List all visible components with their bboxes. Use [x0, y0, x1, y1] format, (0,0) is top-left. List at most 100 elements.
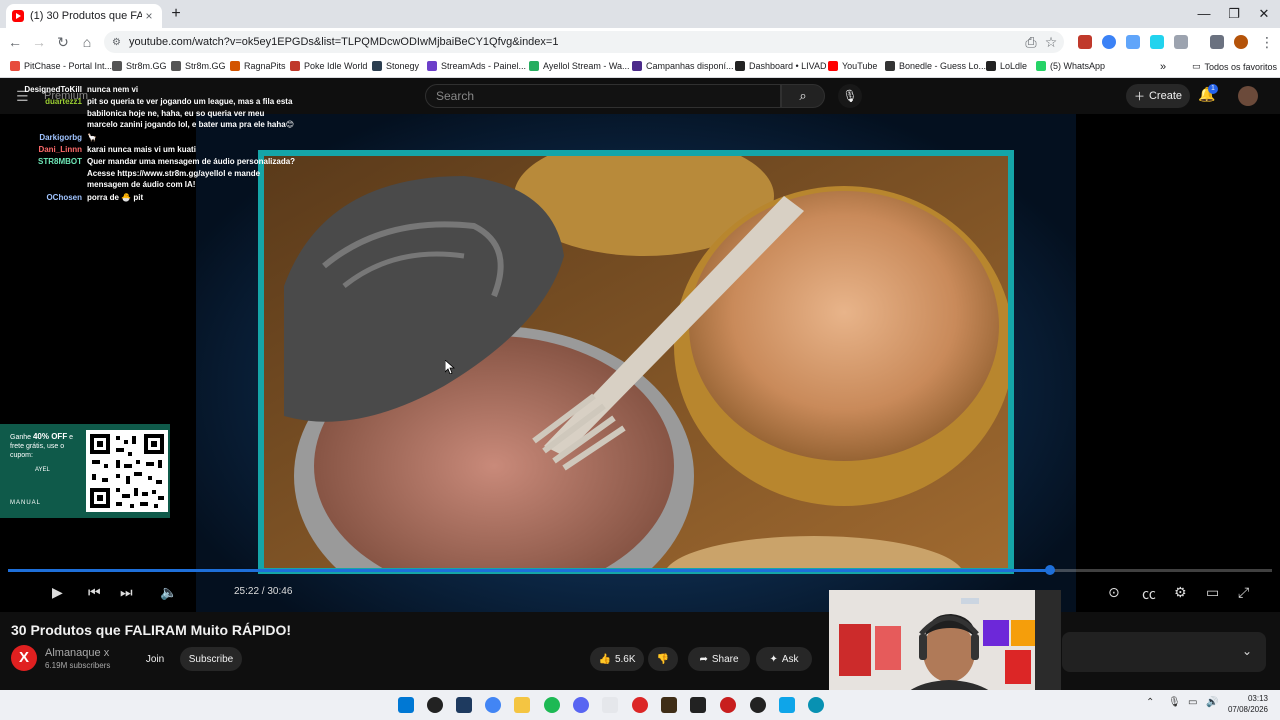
install-icon[interactable]: ⎙ [1022, 33, 1040, 51]
chrome-icon[interactable] [485, 697, 501, 713]
bookmark-favicon-icon [290, 61, 300, 71]
spotify-icon[interactable] [544, 697, 560, 713]
taskbar-app-icon[interactable] [750, 697, 766, 713]
bookmark-item[interactable]: Str8m.GG [171, 61, 226, 71]
channel-avatar[interactable]: X [11, 645, 37, 671]
back-icon[interactable]: ← [6, 33, 24, 51]
next-icon[interactable]: ⏭ [120, 584, 133, 601]
like-button[interactable]: 👍 5.6K [590, 647, 644, 671]
clock-date: 07/08/2026 [1227, 705, 1268, 714]
bookmark-item[interactable]: LoLdle [986, 61, 1027, 71]
browser-tab[interactable]: (1) 30 Produtos que FALIRAM M × [6, 4, 162, 28]
progress-bar[interactable] [8, 565, 1272, 575]
search-input[interactable]: Search [425, 84, 781, 108]
reading-list-icon[interactable] [1210, 35, 1224, 49]
site-info-icon[interactable]: ⚙ [112, 37, 121, 48]
maximize-button[interactable]: ❐ [1224, 6, 1244, 22]
bookmark-item[interactable]: Str8m.GG [112, 61, 167, 71]
extension-icon[interactable] [1078, 35, 1092, 49]
chat-text: karai nunca mais vi um kuati [87, 145, 196, 154]
address-bar[interactable]: ⚙ youtube.com/watch?v=ok5ey1EPGDs&list=T… [104, 31, 1064, 53]
windows-start-icon[interactable] [398, 697, 414, 713]
chat-text: porra de 🐣 pit [87, 193, 144, 202]
taskbar-app-icon[interactable] [427, 697, 443, 713]
taskbar-app-icon[interactable] [720, 697, 736, 713]
subscribe-button[interactable]: Subscribe [180, 647, 242, 671]
play-icon[interactable]: ▶ [52, 584, 63, 601]
tray-volume-icon[interactable]: 🔊 [1206, 697, 1218, 708]
account-avatar[interactable] [1238, 86, 1258, 106]
search-button[interactable]: ⌕ [781, 84, 825, 108]
clock-time: 03:13 [1247, 694, 1268, 703]
taskbar-app-icon[interactable] [661, 697, 677, 713]
bookmark-favicon-icon [372, 61, 382, 71]
bookmarks-bar: PitChase - Portal Int... Str8m.GG Str8m.… [0, 56, 1280, 78]
join-button[interactable]: Join [136, 647, 174, 671]
dislike-button[interactable]: 👎 [648, 647, 678, 671]
tab-close-button[interactable]: × [142, 9, 156, 23]
channel-name[interactable]: Almanaque x [45, 647, 109, 659]
autoplay-toggle[interactable]: ⊙ [1108, 584, 1120, 601]
mouse-cursor-icon [445, 360, 455, 374]
bookmark-star-icon[interactable]: ☆ [1042, 33, 1060, 51]
tray-microphone-icon[interactable]: 🎙 [1168, 697, 1181, 708]
chevron-down-icon[interactable]: ⌄ [1242, 644, 1252, 658]
bookmark-favicon-icon [986, 61, 996, 71]
create-button[interactable]: ＋ Create [1126, 84, 1190, 108]
edge-icon[interactable] [808, 697, 824, 713]
reload-icon[interactable]: ↻ [54, 33, 72, 51]
share-button[interactable]: ➦ Share [688, 647, 750, 671]
video-title: 30 Produtos que FALIRAM Muito RÁPIDO! [11, 622, 291, 638]
bookmark-item[interactable]: Bonedle - Guess Lo... [885, 61, 986, 71]
all-bookmarks-folder[interactable]: ▭ Todos os favoritos [1192, 61, 1277, 72]
menu-dots-icon[interactable]: ⋮ [1258, 33, 1276, 51]
tray-chevron-icon[interactable]: ⌃ [1146, 697, 1154, 708]
playlist-panel[interactable]: ⌄ [1062, 632, 1266, 672]
thumbs-up-icon: 👍 [598, 653, 611, 665]
profile-avatar[interactable] [1234, 35, 1248, 49]
extensions-puzzle-icon[interactable] [1174, 35, 1188, 49]
bookmark-item[interactable]: (5) WhatsApp [1036, 61, 1105, 71]
extension-icon[interactable] [1126, 35, 1140, 49]
bookmarks-more-button[interactable]: » [1160, 61, 1166, 73]
discord-icon[interactable] [573, 697, 589, 713]
file-explorer-icon[interactable] [514, 697, 530, 713]
new-tab-button[interactable]: + [166, 5, 186, 23]
sparkle-icon: ✦ [769, 653, 778, 665]
bookmark-item[interactable]: StreamAds - Painel... [427, 61, 526, 71]
bookmark-item[interactable]: YouTube [828, 61, 877, 71]
theater-mode-icon[interactable]: ▭ [1206, 584, 1219, 601]
taskbar-clock[interactable]: 03:13 07/08/2026 [1222, 693, 1268, 715]
chat-username: STR8MBOT [38, 157, 82, 166]
bookmark-item[interactable]: Ayellol Stream - Wa... [529, 61, 630, 71]
bookmark-item[interactable]: Campanhas disponí... [632, 61, 734, 71]
pokeball-icon[interactable] [632, 697, 648, 713]
bookmark-item[interactable]: PitChase - Portal Int... [10, 61, 112, 71]
home-icon[interactable]: ⌂ [78, 33, 96, 51]
bookmark-item[interactable]: Dashboard • LIVAD [735, 61, 827, 71]
bookmark-favicon-icon [10, 61, 20, 71]
extension-icon[interactable] [1150, 35, 1164, 49]
outlook-icon[interactable] [779, 697, 795, 713]
tray-network-icon[interactable]: ▭ [1188, 697, 1197, 708]
bookmark-item[interactable]: Poke Idle World [290, 61, 367, 71]
minimize-button[interactable]: — [1194, 6, 1214, 21]
bookmark-item[interactable]: Stonegy [372, 61, 419, 71]
voice-search-button[interactable]: 🎙 [838, 84, 862, 108]
forward-icon[interactable]: → [30, 33, 48, 51]
bookmark-favicon-icon [885, 61, 895, 71]
promo-text: Ganhe 40% OFF e frete grátis, use o cupo… [10, 432, 74, 459]
previous-icon[interactable]: ⏮ [88, 584, 101, 601]
ask-button[interactable]: ✦ Ask [756, 647, 812, 671]
taskbar-app-icon[interactable] [690, 697, 706, 713]
captions-icon[interactable]: ㏄ [1142, 584, 1156, 604]
taskbar-app-icon[interactable] [456, 697, 472, 713]
settings-gear-icon[interactable]: ⚙ [1174, 584, 1187, 601]
volume-icon[interactable]: 🔈 [160, 584, 177, 601]
taskbar-app-icon[interactable] [602, 697, 618, 713]
close-window-button[interactable]: ✕ [1254, 6, 1274, 22]
url-text: youtube.com/watch?v=ok5ey1EPGDs&list=TLP… [128, 36, 559, 48]
extension-icon[interactable] [1102, 35, 1116, 49]
bookmark-item[interactable]: RagnaPits [230, 61, 286, 71]
fullscreen-icon[interactable]: ⤢ [1238, 584, 1249, 601]
